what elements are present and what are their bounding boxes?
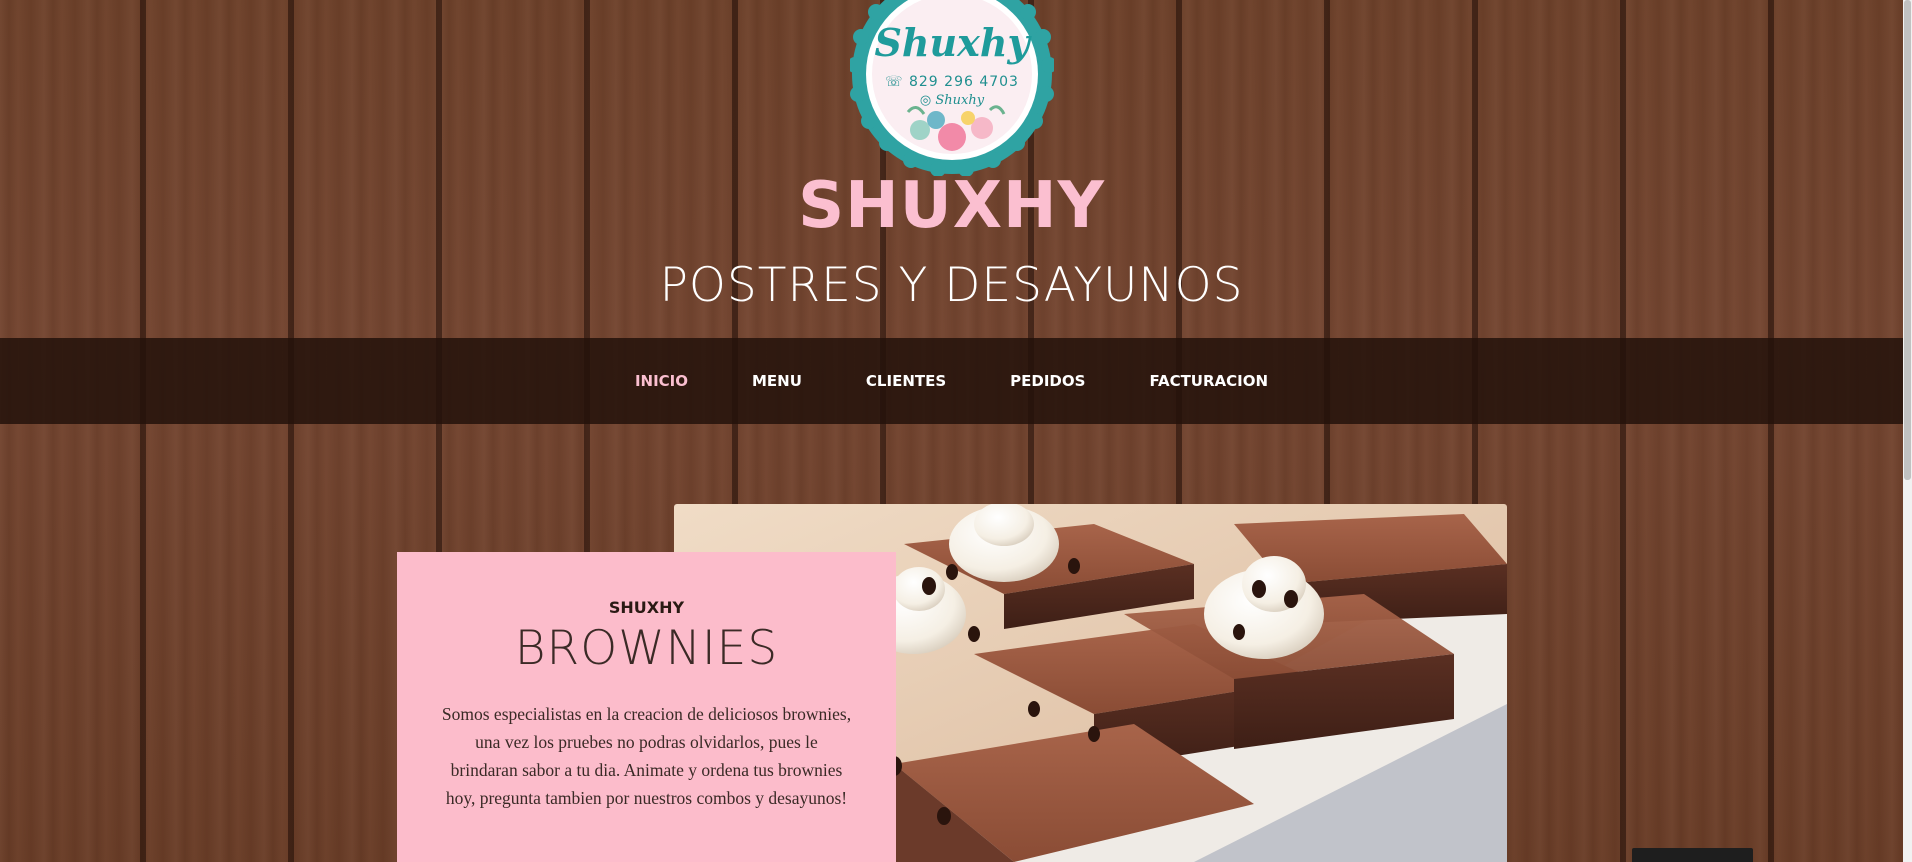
nav-list: INICIO MENU CLIENTES PEDIDOS FACTURACION bbox=[0, 338, 1903, 424]
main-navbar: INICIO MENU CLIENTES PEDIDOS FACTURACION bbox=[0, 338, 1903, 424]
nav-item-menu[interactable]: MENU bbox=[720, 372, 834, 390]
intro-text: Somos especialistas en la creacion de de… bbox=[441, 704, 852, 808]
intro-title: BROWNIES bbox=[514, 621, 779, 676]
site-subtitle: POSTRES Y DESAYUNOS bbox=[659, 258, 1244, 313]
intro-card: SHUXHY BROWNIES Somos especialistas en l… bbox=[397, 552, 896, 862]
instagram-icon: ◎ bbox=[919, 93, 932, 108]
logo-instagram: Shuxhy bbox=[935, 93, 985, 108]
nav-item-facturacion[interactable]: FACTURACION bbox=[1117, 372, 1300, 390]
floating-widget[interactable] bbox=[1632, 848, 1753, 862]
logo-phone-line: ☏ 829 296 4703 bbox=[850, 74, 1054, 90]
logo-instagram-line: ◎ Shuxhy bbox=[850, 93, 1054, 108]
nav-item-pedidos[interactable]: PEDIDOS bbox=[978, 372, 1117, 390]
nav-item-clientes[interactable]: CLIENTES bbox=[834, 372, 978, 390]
intro-kicker: SHUXHY bbox=[608, 598, 685, 617]
logo-script-name: Shuxhy bbox=[874, 20, 1030, 65]
site-title: SHUXHY bbox=[798, 169, 1105, 243]
shuxhy-logo[interactable]: Shuxhy ☏ 829 296 4703 ◎ Shuxhy bbox=[847, 0, 1057, 177]
scrollbar-thumb[interactable] bbox=[1904, 0, 1911, 480]
logo-phone: 829 296 4703 bbox=[908, 74, 1019, 90]
nav-item-inicio[interactable]: INICIO bbox=[603, 372, 720, 390]
page-scrollbar[interactable] bbox=[1903, 0, 1912, 862]
phone-icon: ☏ bbox=[885, 74, 904, 90]
